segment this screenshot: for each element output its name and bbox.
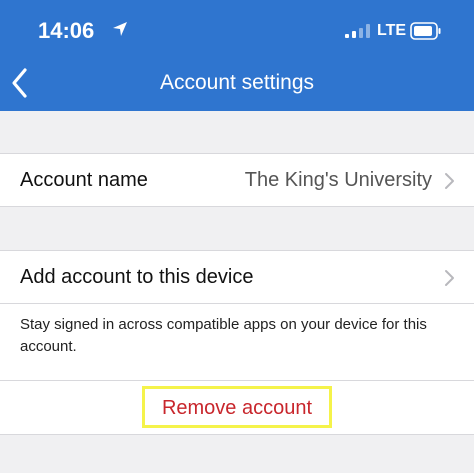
chevron-right-icon (444, 269, 456, 292)
account-name-row[interactable]: Account name The King's University (0, 153, 474, 207)
account-name-value: The King's University (244, 169, 432, 191)
app-header: 14:06 LTE Account settings (0, 0, 474, 111)
add-account-row[interactable]: Add account to this device (0, 250, 474, 304)
chevron-right-icon (444, 172, 456, 195)
status-time: 14:06 (38, 18, 95, 43)
remove-account-button[interactable]: Remove account (0, 397, 474, 420)
network-type: LTE (377, 22, 407, 39)
page-title: Account settings (159, 71, 315, 94)
signal-bars-icon (345, 24, 371, 43)
add-account-label: Add account to this device (20, 266, 254, 288)
location-arrow-icon (112, 21, 128, 42)
stay-signed-in-note: Stay signed in across compatible apps on… (0, 304, 474, 381)
account-name-label: Account name (20, 169, 148, 191)
battery-icon (410, 22, 442, 45)
remove-account-row: Remove account (0, 381, 474, 435)
